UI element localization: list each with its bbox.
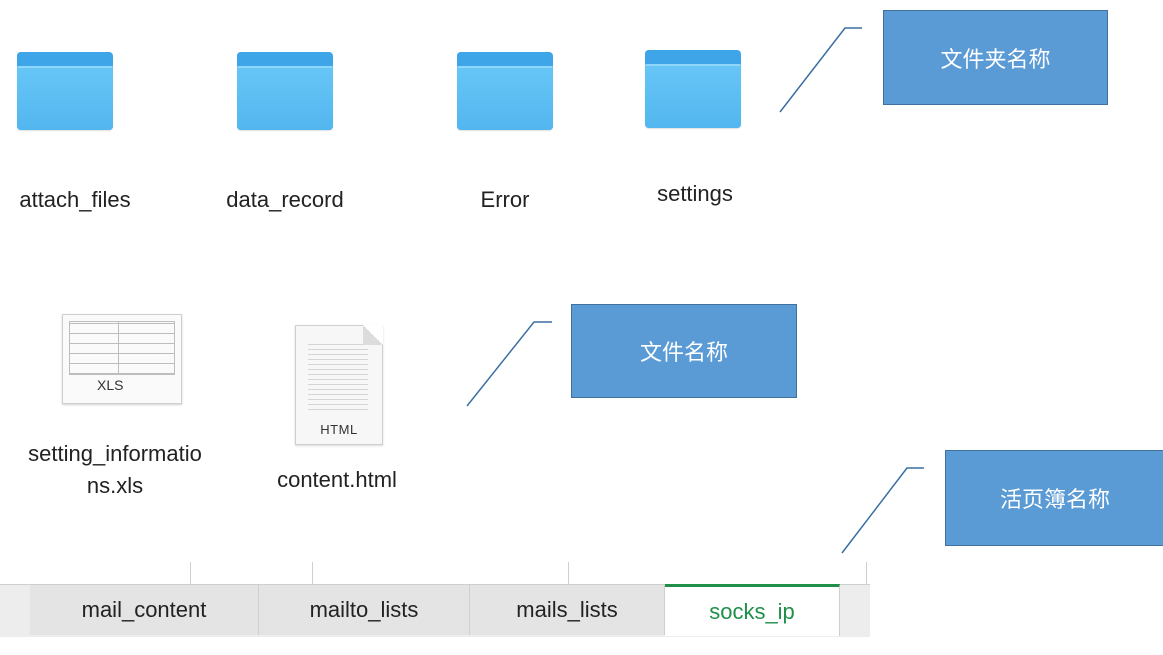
sheet-tab-mail-content[interactable]: mail_content xyxy=(30,585,259,635)
column-guide xyxy=(190,562,191,584)
leader-line-file xyxy=(466,321,552,407)
sheet-tab-mailto-lists[interactable]: mailto_lists xyxy=(259,585,470,635)
column-guide xyxy=(568,562,569,584)
callout-folder-name: 文件夹名称 xyxy=(883,10,1108,105)
sheet-tab-mails-lists[interactable]: mails_lists xyxy=(470,585,665,635)
leader-line-sheet xyxy=(841,467,924,554)
sheet-tab-bar: mail_content mailto_lists mails_lists so… xyxy=(0,584,870,637)
column-guide xyxy=(866,562,867,584)
sheet-tab-socks-ip[interactable]: socks_ip xyxy=(665,584,840,636)
callout-sheet-name: 活页簿名称 xyxy=(945,450,1163,546)
leader-line-folder xyxy=(779,27,862,113)
callout-file-name: 文件名称 xyxy=(571,304,797,398)
column-guide xyxy=(312,562,313,584)
